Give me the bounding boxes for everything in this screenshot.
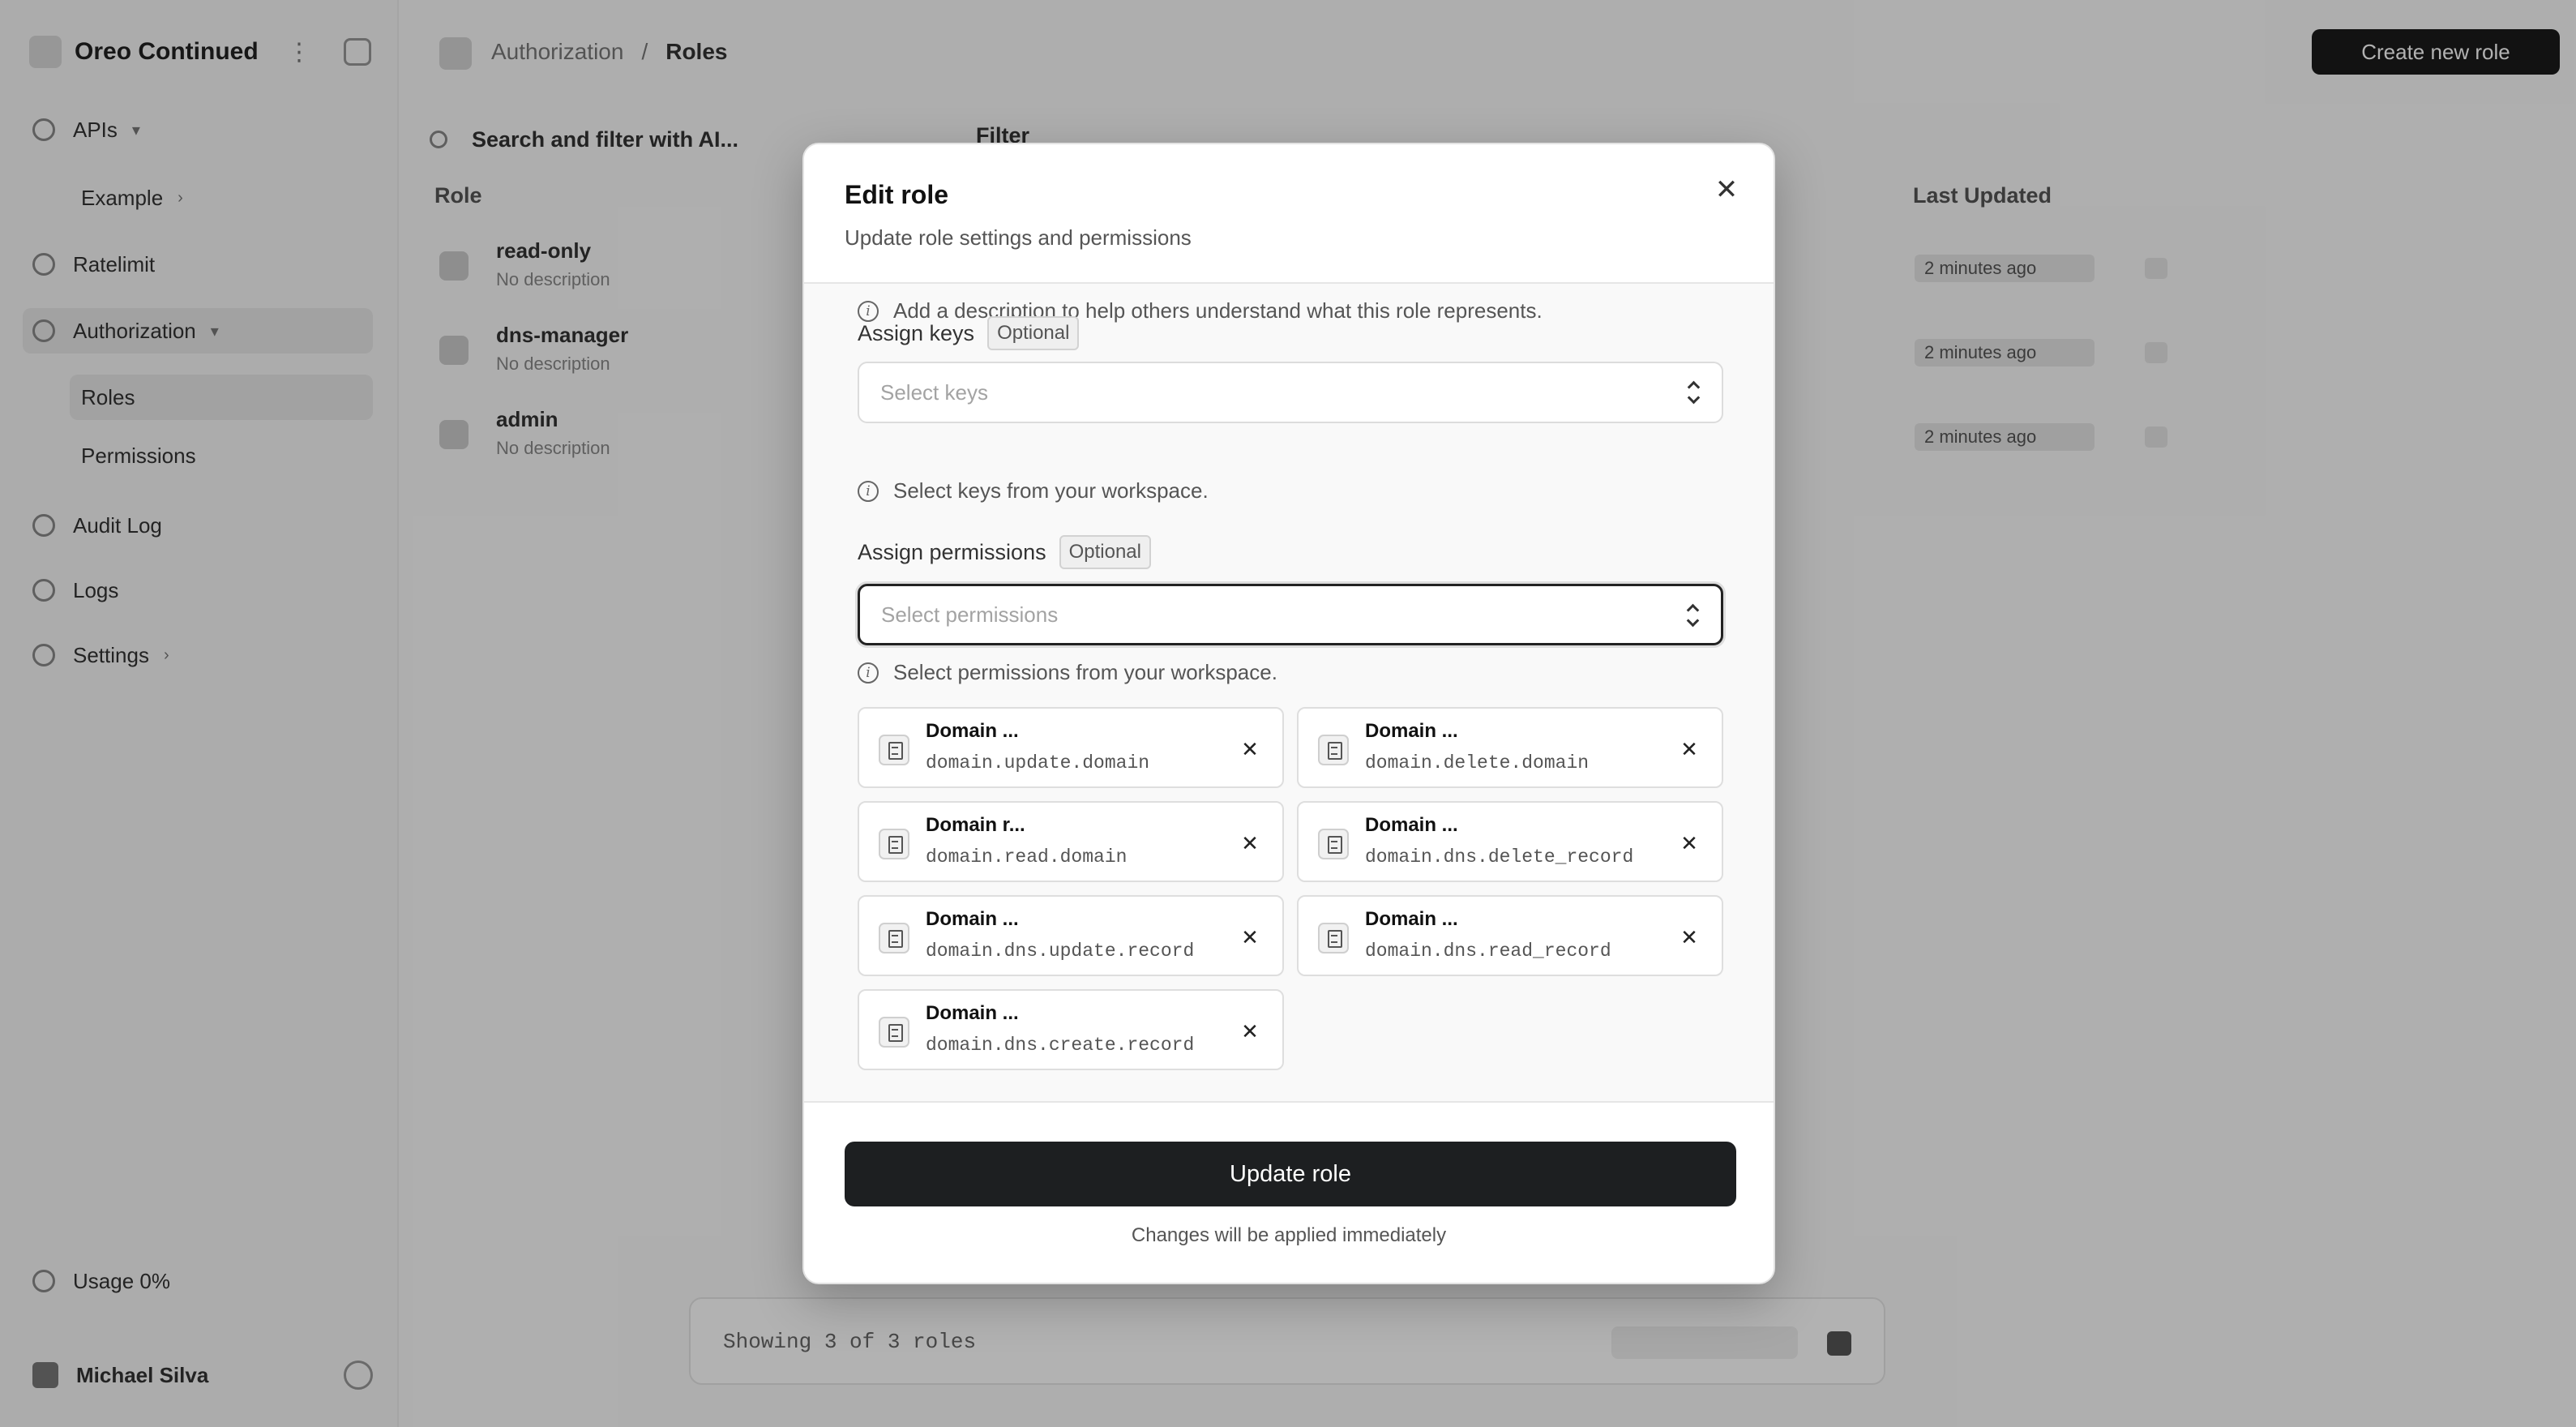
permission-chip: Domain ... domain.dns.delete_record ✕ (1297, 801, 1723, 882)
permission-chip: Domain ... domain.dns.read_record ✕ (1297, 895, 1723, 976)
dialog-footer: Update role Changes will be applied imme… (804, 1101, 1774, 1283)
info-icon: i (858, 662, 879, 684)
permission-name: Domain ... (926, 908, 1019, 930)
select-placeholder: Select keys (880, 379, 988, 405)
dialog-title: Edit role (845, 180, 949, 209)
permission-slug: domain.delete.domain (1365, 752, 1590, 773)
permission-name: Domain ... (1365, 908, 1458, 930)
keys-hint: i Select keys from your workspace. (858, 478, 1209, 504)
document-icon (1318, 735, 1349, 765)
remove-permission-icon[interactable]: ✕ (1675, 923, 1704, 952)
remove-permission-icon[interactable]: ✕ (1675, 829, 1704, 858)
optional-badge: Optional (1059, 535, 1151, 569)
permission-slug: domain.dns.create.record (926, 1035, 1195, 1056)
label-text: Assign permissions (858, 539, 1046, 564)
update-role-button[interactable]: Update role (845, 1142, 1736, 1206)
permission-slug: domain.update.domain (926, 752, 1150, 773)
remove-permission-icon[interactable]: ✕ (1235, 923, 1264, 952)
edit-role-dialog: i Add a description to help others under… (802, 143, 1775, 1284)
hint-text: Select keys from your workspace. (893, 478, 1209, 503)
keys-select[interactable]: Select keys (858, 362, 1723, 423)
remove-permission-icon[interactable]: ✕ (1235, 1017, 1264, 1046)
document-icon (879, 923, 909, 953)
permission-name: Domain ... (1365, 720, 1458, 742)
remove-permission-icon[interactable]: ✕ (1235, 735, 1264, 764)
permission-chip: Domain ... domain.dns.create.record ✕ (858, 989, 1284, 1070)
permissions-hint: i Select permissions from your workspace… (858, 660, 1277, 685)
info-icon: i (858, 480, 879, 502)
permission-chip: Domain r... domain.read.domain ✕ (858, 801, 1284, 882)
permission-chip: Domain ... domain.dns.update.record ✕ (858, 895, 1284, 976)
chevron-up-down-icon (1688, 379, 1699, 407)
permission-slug: domain.dns.update.record (926, 941, 1195, 962)
dialog-body: i Add a description to help others under… (804, 284, 1774, 1244)
permission-chip: Domain ... domain.update.domain ✕ (858, 707, 1284, 788)
assign-permissions-label: Assign permissions Optional (858, 535, 1151, 569)
document-icon (1318, 829, 1349, 859)
permission-name: Domain ... (926, 720, 1019, 742)
permission-name: Domain r... (926, 814, 1025, 836)
permission-slug: domain.dns.read_record (1365, 941, 1611, 962)
dialog-header: Edit role Update role settings and permi… (804, 144, 1774, 284)
permission-name: Domain ... (926, 1002, 1019, 1024)
hint-text: Select permissions from your workspace. (893, 660, 1277, 684)
document-icon (879, 1017, 909, 1048)
optional-badge: Optional (987, 316, 1080, 350)
document-icon (1318, 923, 1349, 953)
chevron-up-down-icon (1687, 602, 1698, 630)
document-icon (879, 829, 909, 859)
permission-name: Domain ... (1365, 814, 1458, 836)
remove-permission-icon[interactable]: ✕ (1235, 829, 1264, 858)
remove-permission-icon[interactable]: ✕ (1675, 735, 1704, 764)
assign-keys-label: Assign keys Optional (858, 316, 1080, 350)
label-text: Assign keys (858, 320, 975, 345)
dialog-subtitle: Update role settings and permissions (845, 225, 1192, 250)
select-placeholder: Select permissions (881, 602, 1059, 627)
document-icon (879, 735, 909, 765)
permission-slug: domain.read.domain (926, 846, 1128, 868)
permission-slug: domain.dns.delete_record (1365, 846, 1634, 868)
selected-permissions-list: Domain ... domain.update.domain ✕ Domain… (858, 707, 1723, 1070)
footer-note: Changes will be applied immediately (1131, 1224, 1447, 1246)
permission-chip: Domain ... domain.delete.domain ✕ (1297, 707, 1723, 788)
close-icon[interactable]: ✕ (1709, 172, 1744, 208)
permissions-select[interactable]: Select permissions (858, 584, 1723, 645)
